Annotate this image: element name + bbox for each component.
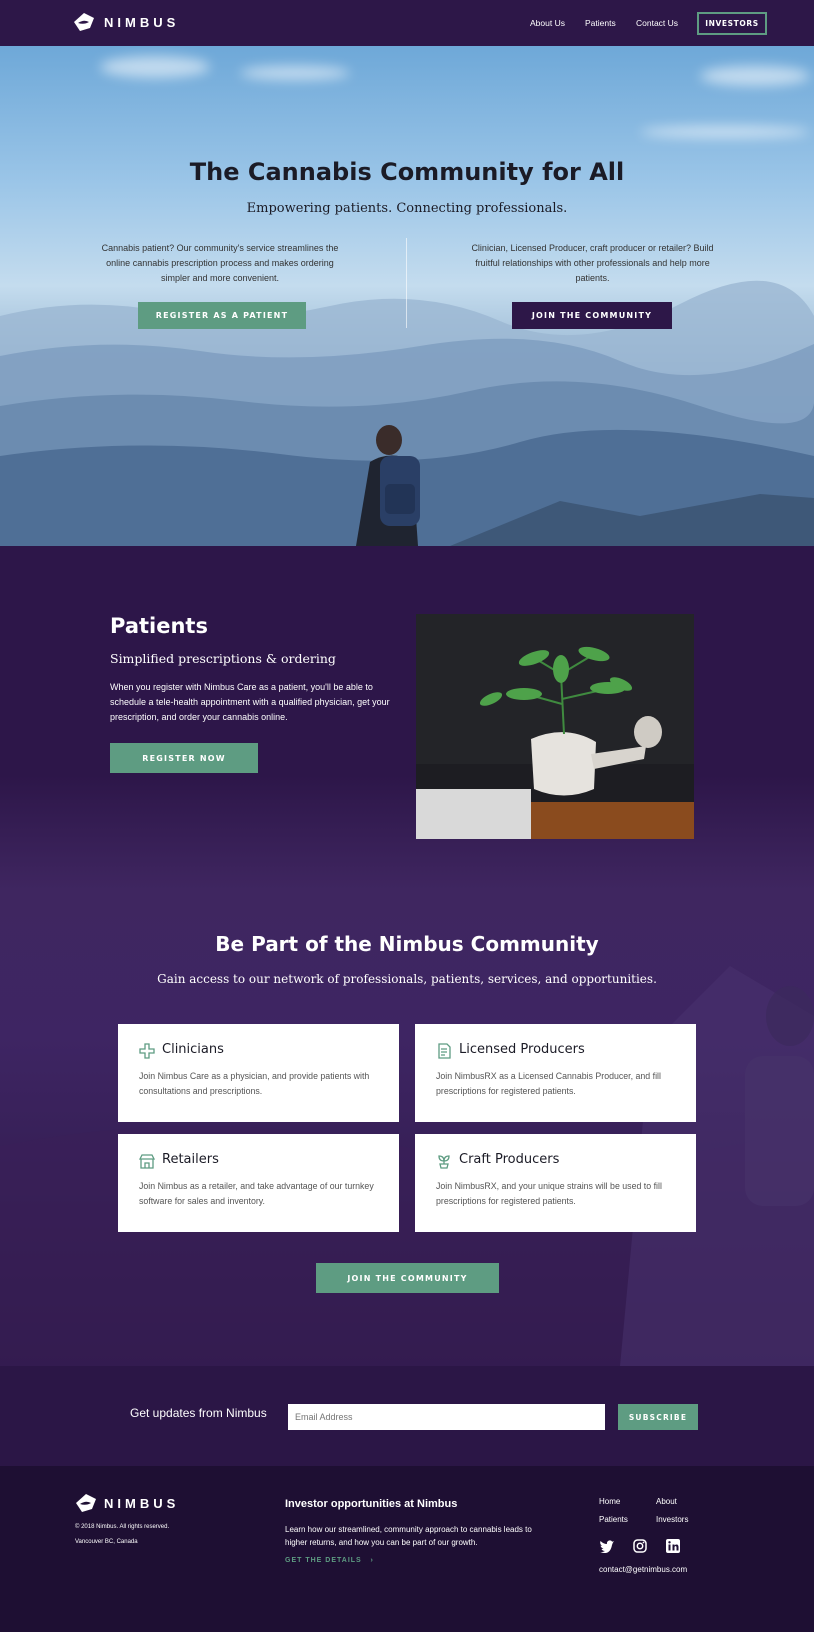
investor-title: Investor opportunities at Nimbus bbox=[285, 1498, 458, 1510]
card-text: Join NimbusRX as a Licensed Cannabis Pro… bbox=[436, 1071, 661, 1096]
cloud bbox=[640, 126, 810, 138]
linkedin-icon[interactable] bbox=[666, 1539, 680, 1553]
investor-text: Learn how our streamlined, community app… bbox=[285, 1525, 532, 1547]
patient-intro-text: Cannabis patient? Our community's servic… bbox=[101, 243, 339, 283]
card-title: Retailers bbox=[162, 1152, 219, 1167]
footer-link-home[interactable]: Home bbox=[599, 1497, 620, 1506]
join-community-button[interactable]: JOIN THE COMMUNITY bbox=[316, 1263, 499, 1293]
cloud bbox=[240, 66, 350, 80]
plant-icon bbox=[438, 1155, 450, 1169]
footer-link-about[interactable]: About bbox=[656, 1497, 677, 1506]
instagram-icon[interactable] bbox=[633, 1539, 647, 1553]
nimbus-logo-icon[interactable] bbox=[72, 10, 96, 34]
cloud bbox=[700, 66, 810, 86]
nimbus-logo-icon[interactable] bbox=[74, 1491, 98, 1515]
investors-button[interactable]: INVESTORS bbox=[697, 12, 767, 35]
subscribe-button[interactable]: SUBSCRIBE bbox=[618, 1404, 698, 1430]
card-retailers[interactable]: Retailers Join Nimbus as a retailer, and… bbox=[118, 1134, 399, 1232]
location-text: Vancouver BC, Canada bbox=[75, 1539, 138, 1545]
nav-patients[interactable]: Patients bbox=[585, 18, 616, 28]
chevron-right-icon: › bbox=[364, 1557, 374, 1564]
community-subtitle: Gain access to our network of profession… bbox=[157, 972, 657, 986]
contact-email[interactable]: contact@getnimbus.com bbox=[599, 1565, 687, 1574]
card-text: Join Nimbus Care as a physician, and pro… bbox=[139, 1071, 370, 1096]
card-clinicians[interactable]: Clinicians Join Nimbus Care as a physici… bbox=[118, 1024, 399, 1122]
hiker-figure bbox=[356, 425, 420, 546]
patients-body: When you register with Nimbus Care as a … bbox=[110, 682, 390, 722]
footer-link-patients[interactable]: Patients bbox=[599, 1515, 628, 1524]
nav-about-us[interactable]: About Us bbox=[530, 18, 565, 28]
register-as-patient-button[interactable]: REGISTER AS A PATIENT bbox=[138, 302, 306, 329]
get-details-link[interactable]: GET THE DETAILS › bbox=[285, 1557, 374, 1564]
hero-subtitle: Empowering patients. Connecting professi… bbox=[246, 201, 568, 216]
store-icon bbox=[139, 1154, 155, 1169]
site-header: NIMBUS About Us Patients Contact Us INVE… bbox=[0, 0, 814, 46]
brand-name[interactable]: NIMBUS bbox=[104, 15, 179, 30]
join-community-hero-button[interactable]: JOIN THE COMMUNITY bbox=[512, 302, 672, 329]
card-craft-producers[interactable]: Craft Producers Join NimbusRX, and your … bbox=[415, 1134, 696, 1232]
hero-title: The Cannabis Community for All bbox=[189, 158, 625, 186]
card-title: Craft Producers bbox=[459, 1152, 560, 1167]
document-icon bbox=[438, 1043, 451, 1059]
professional-intro-text: Clinician, Licensed Producer, craft prod… bbox=[471, 243, 714, 283]
plant-teapot-photo bbox=[416, 614, 694, 839]
footer-link-investors[interactable]: Investors bbox=[656, 1515, 688, 1524]
get-details-label: GET THE DETAILS bbox=[285, 1557, 362, 1564]
card-text: Join Nimbus as a retailer, and take adva… bbox=[139, 1181, 374, 1206]
card-title: Clinicians bbox=[162, 1042, 224, 1057]
register-now-button[interactable]: REGISTER NOW bbox=[110, 743, 258, 773]
nav-contact-us[interactable]: Contact Us bbox=[636, 18, 678, 28]
patients-subtitle: Simplified prescriptions & ordering bbox=[110, 651, 336, 666]
card-text: Join NimbusRX, and your unique strains w… bbox=[436, 1181, 662, 1206]
cloud bbox=[100, 56, 210, 78]
email-input[interactable] bbox=[288, 1404, 605, 1430]
copyright-text: © 2018 Nimbus. All rights reserved. bbox=[75, 1524, 170, 1530]
card-title: Licensed Producers bbox=[459, 1042, 585, 1057]
footer-brand[interactable]: NIMBUS bbox=[104, 1496, 179, 1511]
community-title: Be Part of the Nimbus Community bbox=[215, 932, 599, 956]
patients-community-section: Patients Simplified prescriptions & orde… bbox=[0, 546, 814, 1366]
newsletter-label: Get updates from Nimbus bbox=[130, 1406, 267, 1420]
hero-section: The Cannabis Community for All Empowerin… bbox=[0, 46, 814, 546]
twitter-icon[interactable] bbox=[599, 1539, 615, 1553]
site-footer: NIMBUS © 2018 Nimbus. All rights reserve… bbox=[0, 1466, 814, 1632]
cross-icon bbox=[139, 1043, 155, 1059]
patients-title: Patients bbox=[110, 614, 208, 638]
hero-divider bbox=[406, 238, 407, 328]
card-licensed-producers[interactable]: Licensed Producers Join NimbusRX as a Li… bbox=[415, 1024, 696, 1122]
